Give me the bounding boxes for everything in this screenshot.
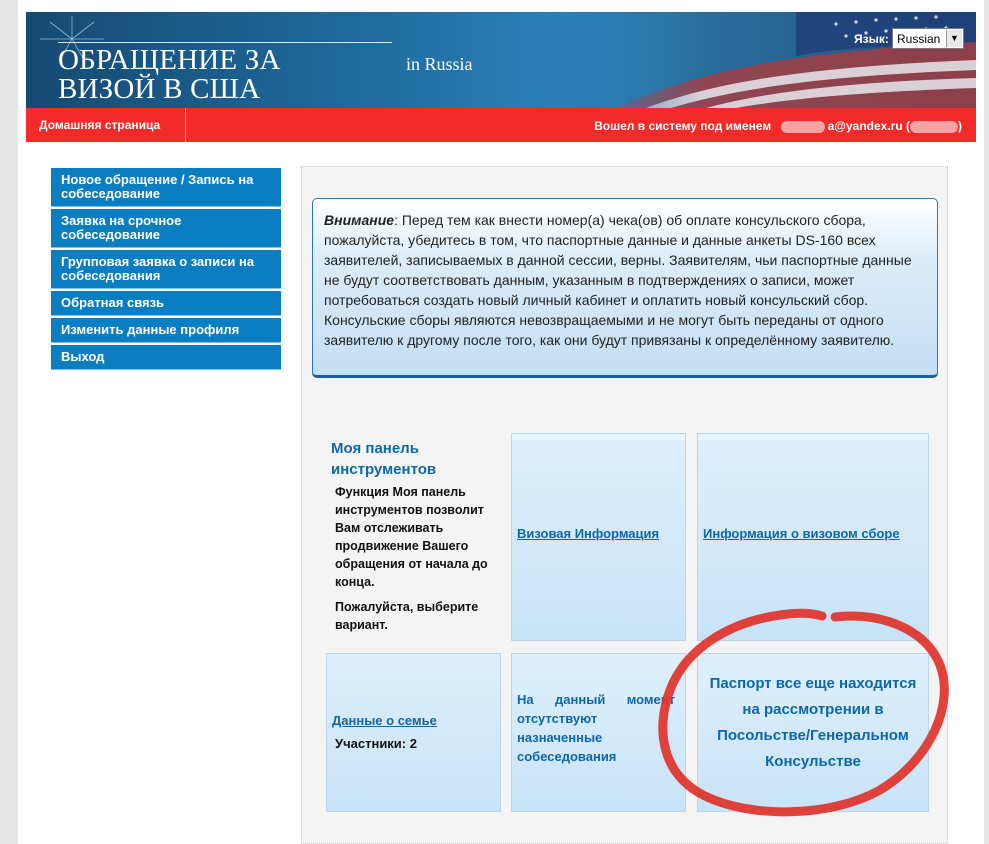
page: ОБРАЩЕНИЕ ЗА ВИЗОЙ В США in Russia Язык:… bbox=[18, 0, 984, 844]
site-title: ОБРАЩЕНИЕ ЗА ВИЗОЙ В США bbox=[58, 44, 281, 105]
us-flag-decoration bbox=[556, 12, 976, 108]
passport-status-text: Паспорт все еще находится на рассмотрени… bbox=[709, 675, 917, 770]
family-data-link[interactable]: Данные о семье bbox=[332, 713, 437, 728]
no-appointments-text: На данный момент отсутствуют назначенные… bbox=[517, 692, 675, 764]
dashboard-description: Функция Моя панель инструментов позволит… bbox=[335, 485, 488, 589]
fee-info-link[interactable]: Информация о визовом сборе bbox=[703, 526, 900, 541]
user-id-redacted bbox=[910, 120, 958, 133]
tile-appointments: На данный момент отсутствуют назначенные… bbox=[511, 653, 686, 812]
main-content: Внимание: Перед тем как внести номер(а) … bbox=[301, 166, 948, 844]
language-select[interactable]: Russian ▼ bbox=[892, 28, 964, 49]
country-label: in Russia bbox=[406, 54, 473, 74]
tile-passport-status: Паспорт все еще находится на рассмотрени… bbox=[697, 653, 929, 812]
sidebar-item-group-application[interactable]: Групповая заявка о записи на собеседован… bbox=[51, 250, 281, 289]
language-label: Язык: bbox=[854, 32, 889, 46]
participants-count: Участники: 2 bbox=[335, 736, 417, 751]
notice-text: : Перед тем как внести номер(а) чека(ов)… bbox=[324, 212, 912, 348]
notice-lead: Внимание bbox=[324, 212, 395, 228]
sidebar-item-feedback[interactable]: Обратная связь bbox=[51, 291, 281, 316]
dashboard-title: Моя панель инструментов bbox=[331, 440, 437, 478]
header-divider bbox=[58, 42, 392, 43]
attention-notice: Внимание: Перед тем как внести номер(а) … bbox=[312, 198, 938, 378]
logged-in-label: Вошел в систему под именем bbox=[594, 119, 772, 133]
site-header: ОБРАЩЕНИЕ ЗА ВИЗОЙ В США in Russia Язык:… bbox=[26, 12, 976, 108]
top-nav-bar: Домашняя страница Вошел в систему под им… bbox=[26, 108, 976, 142]
visa-info-link[interactable]: Визовая Информация bbox=[517, 526, 659, 541]
logged-in-user: Вошел в систему под именем a@yandex.ru (… bbox=[594, 119, 962, 133]
sidebar-item-urgent-interview[interactable]: Заявка на срочное собеседование bbox=[51, 209, 281, 248]
dropdown-arrow-icon[interactable]: ▼ bbox=[946, 30, 962, 47]
dashboard-hint: Пожалуйста, выберите вариант. bbox=[335, 600, 479, 632]
sidebar-item-logout[interactable]: Выход bbox=[51, 345, 281, 370]
user-email-redacted bbox=[780, 120, 825, 133]
language-value: Russian bbox=[897, 32, 941, 46]
sidebar-item-edit-profile[interactable]: Изменить данные профиля bbox=[51, 318, 281, 343]
tile-family[interactable]: Данные о семье Участники: 2 bbox=[326, 653, 501, 812]
home-link[interactable]: Домашняя страница bbox=[26, 108, 186, 142]
tile-visa-info[interactable]: Визовая Информация bbox=[511, 433, 686, 641]
sidebar-item-new-application[interactable]: Новое обращение / Запись на собеседовани… bbox=[51, 168, 281, 207]
user-email-domain: a@yandex.ru ( bbox=[827, 119, 910, 133]
tile-fee-info[interactable]: Информация о визовом сборе bbox=[697, 433, 929, 641]
sidebar-menu: Новое обращение / Запись на собеседовани… bbox=[51, 168, 281, 372]
